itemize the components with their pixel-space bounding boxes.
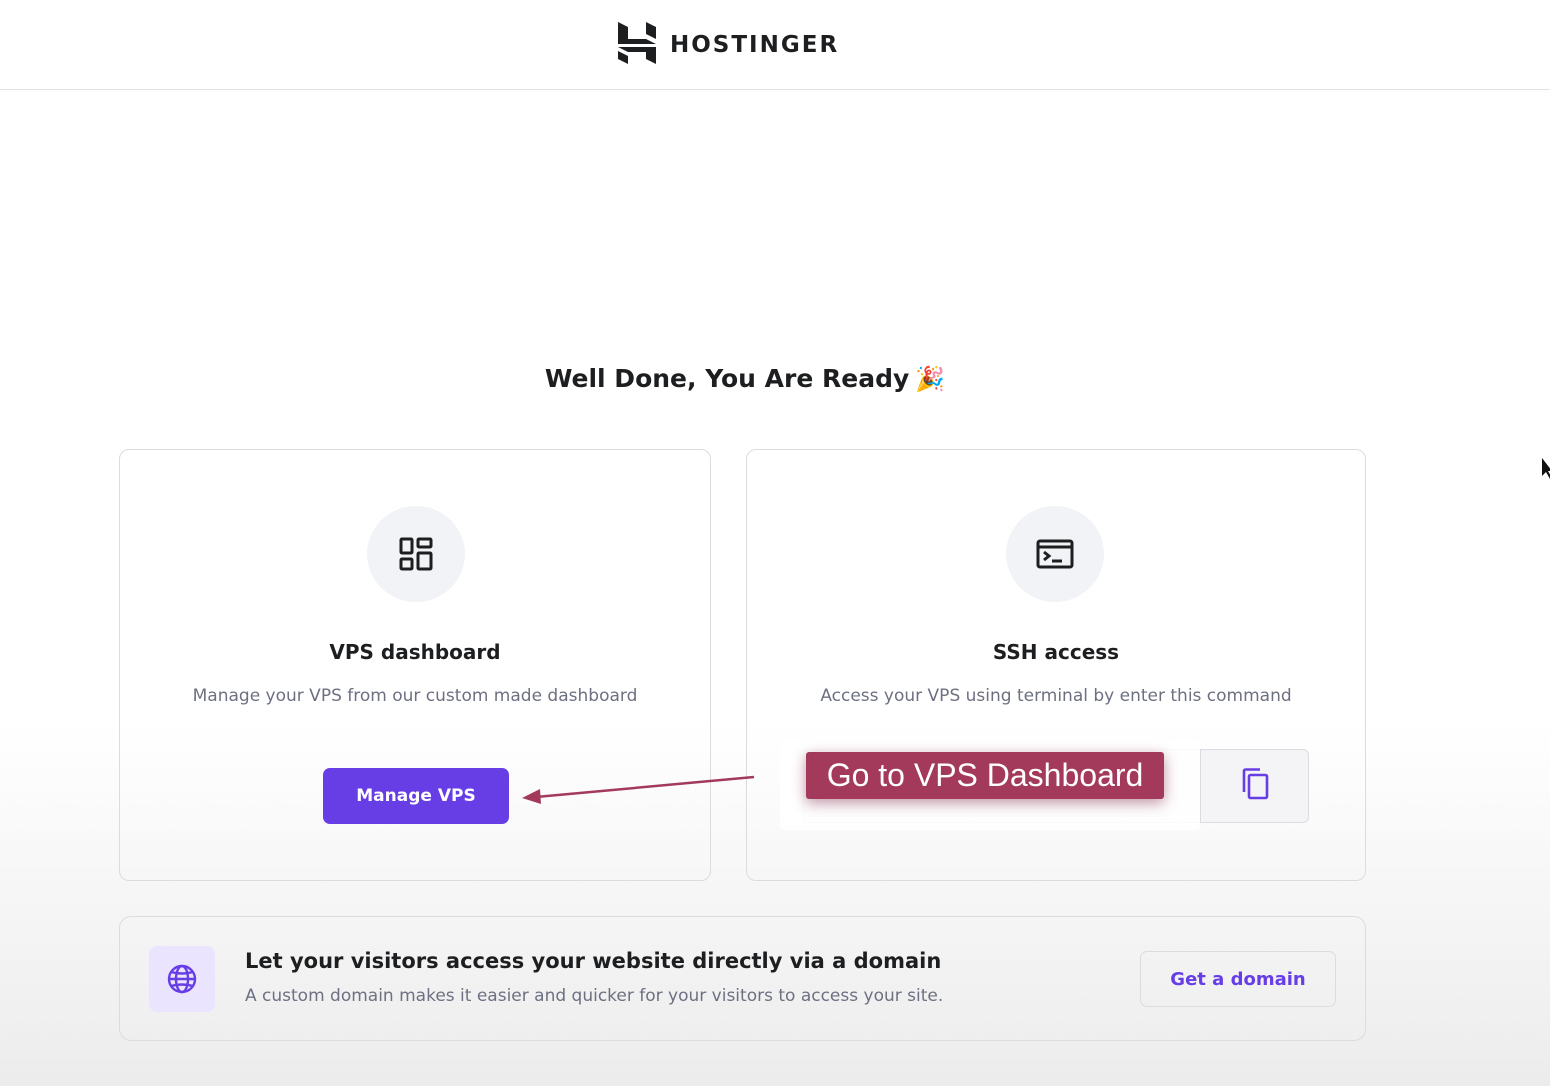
- hostinger-logo-icon: [618, 22, 656, 68]
- vps-card-description: Manage your VPS from our custom made das…: [192, 686, 638, 706]
- brand-logo[interactable]: HOSTINGER: [618, 22, 839, 68]
- dashboard-grid-icon: [367, 506, 465, 602]
- manage-vps-button[interactable]: Manage VPS: [323, 768, 509, 824]
- domain-banner-description: A custom domain makes it easier and quic…: [245, 986, 944, 1006]
- domain-banner: Let your visitors access your website di…: [119, 916, 1366, 1041]
- domain-banner-title: Let your visitors access your website di…: [245, 949, 942, 973]
- get-domain-button[interactable]: Get a domain: [1140, 951, 1336, 1007]
- globe-icon: [149, 946, 215, 1012]
- page-title: Well Done, You Are Ready 🎉: [0, 364, 1490, 393]
- terminal-icon: [1006, 506, 1104, 602]
- brand-name: HOSTINGER: [670, 32, 840, 58]
- copy-icon: [1240, 767, 1270, 805]
- ssh-card-title: SSH access: [992, 640, 1120, 664]
- vps-card-title: VPS dashboard: [329, 640, 501, 664]
- copy-command-button[interactable]: [1200, 750, 1308, 822]
- mouse-cursor-icon: [1542, 458, 1550, 484]
- page-title-text: Well Done, You Are Ready: [544, 364, 910, 393]
- party-popper-icon: 🎉: [915, 365, 946, 393]
- ssh-card-description: Access your VPS using terminal by enter …: [820, 686, 1292, 706]
- annotation-callout: Go to VPS Dashboard: [806, 752, 1164, 799]
- top-header: HOSTINGER: [0, 0, 1550, 90]
- vps-dashboard-card: VPS dashboard Manage your VPS from our c…: [119, 449, 711, 881]
